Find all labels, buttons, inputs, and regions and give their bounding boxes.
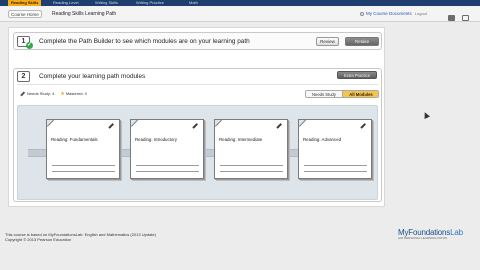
step-1-panel: 1 ✓ Complete the Path Builder to see whi… (13, 32, 382, 50)
divider (17, 84, 378, 85)
progress-line (304, 165, 367, 166)
progress-line (220, 171, 283, 172)
progress-line (136, 171, 199, 172)
check-icon: ✓ (26, 42, 33, 49)
user-icon (360, 11, 364, 16)
study-stats: Needs Study: 4 ★Mastered: 0 (20, 91, 87, 97)
mastered-count: Mastered: 0 (65, 91, 87, 96)
mouse-cursor (422, 111, 430, 119)
progress-line (52, 165, 115, 166)
module-name: Reading: Introductory (135, 137, 177, 142)
needs-study-count: Needs Study: 4 (27, 91, 55, 96)
pencil-icon (20, 91, 25, 97)
brand-logo: MyFoundationsLab with PERSONAL LEARNING … (398, 228, 463, 240)
progress-line (304, 171, 367, 172)
progress-line (136, 165, 199, 166)
module-name: Reading: Fundamentals (51, 137, 98, 142)
review-button[interactable]: Review (316, 37, 339, 46)
retake-button[interactable]: Retake (345, 37, 379, 46)
pencil-icon (192, 123, 198, 129)
progress-line (220, 165, 283, 166)
pencil-icon (108, 123, 114, 129)
step-2-instruction: Complete your learning path modules (39, 73, 146, 80)
pencil-icon (360, 123, 366, 129)
footer-line-2: Copyright © 2013 Pearson Education (5, 237, 72, 242)
window-icon[interactable] (462, 15, 469, 21)
footer-copyright: This course is based on MyFoundationsLab… (5, 232, 156, 242)
course-home-button[interactable]: Course Home (8, 10, 42, 18)
star-icon: ★ (60, 91, 65, 97)
module-name: Reading: Advanced (303, 137, 342, 142)
pencil-icon (276, 123, 282, 129)
module-card-introductory[interactable]: Reading: Introductory (130, 119, 204, 179)
step-2-panel: 2 Complete your learning path modules Ex… (13, 68, 382, 202)
step-2-badge: 2 (17, 71, 30, 82)
main-content: 1 ✓ Complete the Path Builder to see whi… (8, 27, 385, 207)
module-name: Reading: Intermediate (219, 137, 263, 142)
filter-all-modules-button[interactable]: All Modules (343, 91, 378, 97)
sub-header: Course Home Reading Skills Learning Path… (0, 6, 480, 22)
page-title: Reading Skills Learning Path (52, 11, 117, 17)
extra-practice-button[interactable]: Extra Practice (337, 71, 377, 79)
progress-line (52, 171, 115, 172)
logout-link[interactable]: Logout (415, 11, 427, 16)
module-card-intermediate[interactable]: Reading: Intermediate (214, 119, 288, 179)
module-filter: Needs Study All Modules (305, 90, 379, 98)
learning-path-track: Reading: Fundamentals Reading: Introduct… (17, 105, 378, 200)
module-card-fundamentals[interactable]: Reading: Fundamentals (46, 119, 120, 179)
print-icon[interactable] (448, 15, 455, 21)
filter-needs-study-button[interactable]: Needs Study (306, 91, 343, 97)
course-documents-link[interactable]: My Course Documents (366, 11, 412, 16)
module-card-advanced[interactable]: Reading: Advanced (298, 119, 372, 179)
utility-links: My Course Documents Logout (360, 10, 427, 18)
step-1-instruction: Complete the Path Builder to see which m… (39, 38, 250, 45)
